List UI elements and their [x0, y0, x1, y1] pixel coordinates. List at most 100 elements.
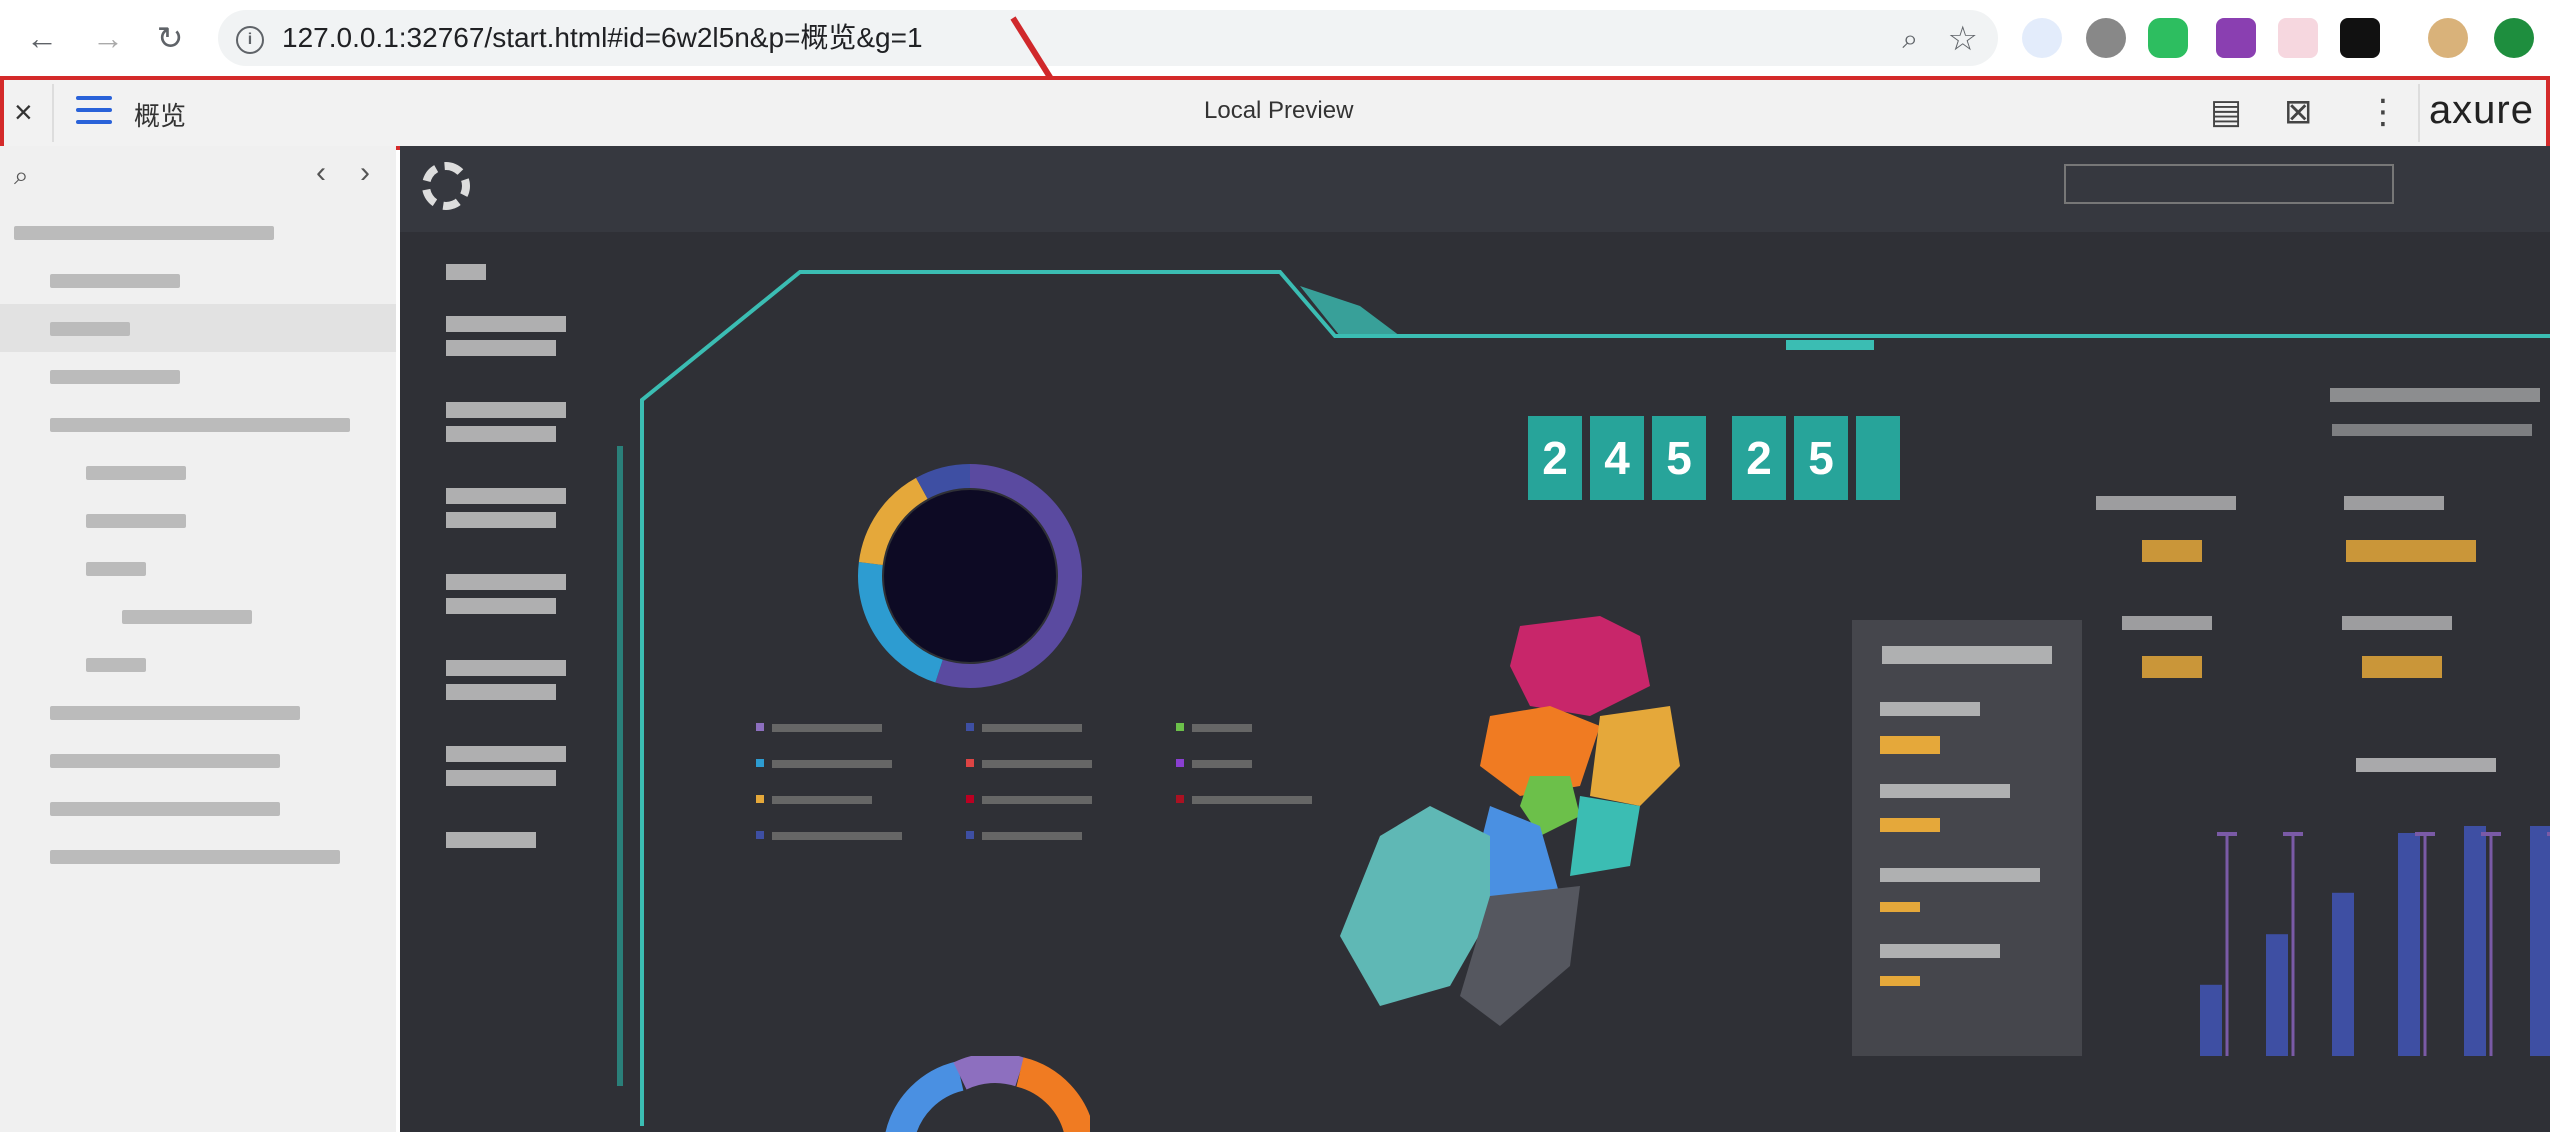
- region-map: [1340, 616, 1680, 1026]
- sitemap-item[interactable]: [0, 688, 396, 736]
- stat-header-bar: [2332, 424, 2532, 436]
- stat-header-bar: [2330, 388, 2540, 402]
- sitemap-item[interactable]: [0, 256, 396, 304]
- reload-icon[interactable]: ↻: [152, 20, 188, 56]
- stat-value-bar: [2142, 656, 2202, 678]
- bar: [2200, 984, 2222, 1056]
- sitemap-item-label: [14, 226, 274, 241]
- info-key-bar: [1880, 784, 2010, 798]
- bar: [2464, 826, 2486, 1056]
- forward-icon[interactable]: →: [90, 20, 126, 56]
- sitemap-item-label: [86, 514, 186, 529]
- sitemap-item[interactable]: [0, 208, 396, 256]
- info-value-bar: [1880, 736, 1940, 754]
- sitemap-item-label: [50, 274, 180, 289]
- bar: [2266, 934, 2288, 1056]
- search-icon[interactable]: ⌕: [14, 160, 29, 192]
- sitemap-item-label: [122, 610, 252, 625]
- sitemap-item-label: [86, 658, 146, 673]
- bar-chart: [2200, 826, 2550, 1056]
- notes-icon[interactable]: ▤: [2210, 92, 2242, 132]
- sitemap-item[interactable]: [0, 544, 396, 592]
- info-title-bar: [1882, 646, 2052, 664]
- sitemap-item[interactable]: [0, 592, 396, 640]
- extension-icon[interactable]: [2340, 18, 2380, 58]
- sitemap-item-label: [50, 802, 280, 817]
- address-bar[interactable]: i 127.0.0.1:32767/start.html#id=6w2l5n&p…: [218, 10, 1998, 66]
- stat-label-bar: [2344, 496, 2444, 510]
- sitemap-item-label: [50, 370, 180, 385]
- map-info-panel: [1852, 620, 2082, 1056]
- bottom-donut-chart: [885, 1056, 1090, 1132]
- next-page-icon[interactable]: ›: [360, 156, 370, 190]
- sitemap-item[interactable]: [0, 784, 396, 832]
- bookmark-star-icon[interactable]: ☆: [1948, 19, 1978, 59]
- sitemap-item-label: [50, 850, 340, 865]
- more-options-icon[interactable]: ⋮: [2366, 92, 2400, 132]
- sitemap-item-label: [50, 754, 280, 769]
- donut-legend: [756, 716, 1316, 856]
- close-icon[interactable]: ×: [14, 94, 33, 131]
- inspect-icon[interactable]: ⊠: [2284, 92, 2313, 132]
- donut-center: [884, 490, 1056, 662]
- sitemap-item[interactable]: [0, 832, 396, 880]
- info-value-bar: [1880, 818, 1940, 832]
- sitemap-item[interactable]: [0, 448, 396, 496]
- sitemap-item[interactable]: [0, 640, 396, 688]
- sitemap-menu-icon[interactable]: [76, 96, 112, 126]
- url-text[interactable]: 127.0.0.1:32767/start.html#id=6w2l5n&p=概…: [282, 22, 923, 54]
- info-value-bar: [1880, 976, 1920, 986]
- stat-value-bar: [2346, 540, 2476, 562]
- sitemap-item[interactable]: [0, 496, 396, 544]
- dashboard-canvas: 2 4 5 2 5: [400, 146, 2550, 1132]
- sitemap-item-label: [50, 322, 130, 337]
- extension-icon[interactable]: [2278, 18, 2318, 58]
- donut-segment: [916, 464, 971, 500]
- divider: [52, 84, 54, 142]
- stat-label-bar: [2342, 616, 2452, 630]
- sitemap-item-label: [50, 706, 300, 721]
- prev-page-icon[interactable]: ‹: [316, 156, 326, 190]
- counter-digit: 2: [1528, 416, 1582, 500]
- counter-digit: 2: [1732, 416, 1786, 500]
- axure-preview-bar: × 概览 Local Preview ▤ ⊠ ⋮ axure: [0, 76, 2550, 150]
- sitemap-item[interactable]: [0, 352, 396, 400]
- avatar[interactable]: [2428, 18, 2468, 58]
- update-icon[interactable]: [2494, 18, 2534, 58]
- donut-chart: [858, 464, 1082, 688]
- counter-digit-partial: [1856, 416, 1900, 500]
- stat-label-bar: [2096, 496, 2236, 510]
- sitemap-sidebar: ⌕ ‹ ›: [0, 146, 396, 1132]
- divider: [2418, 84, 2420, 142]
- counter-digit: 5: [1794, 416, 1848, 500]
- bar: [2530, 826, 2550, 1056]
- sitemap-item[interactable]: [0, 304, 396, 352]
- site-info-icon[interactable]: i: [236, 26, 264, 54]
- sitemap-item-label: [86, 562, 146, 577]
- back-icon[interactable]: ←: [24, 20, 60, 56]
- sitemap-item[interactable]: [0, 400, 396, 448]
- stat-value-bar: [2142, 540, 2202, 562]
- sitemap-item-label: [50, 418, 350, 433]
- extension-icon[interactable]: [2086, 18, 2126, 58]
- counter-digit: 4: [1590, 416, 1644, 500]
- bar: [2332, 892, 2354, 1056]
- axure-logo: axure: [2428, 88, 2534, 132]
- bar: [2398, 833, 2420, 1056]
- stat-value-bar: [2362, 656, 2442, 678]
- evernote-icon[interactable]: [2148, 18, 2188, 58]
- stat-label-bar: [2122, 616, 2212, 630]
- extension-icon[interactable]: [2022, 18, 2062, 58]
- info-key-bar: [1880, 944, 2000, 958]
- current-page-name: 概览: [134, 101, 187, 131]
- browser-toolbar: ← → ↻ i 127.0.0.1:32767/start.html#id=6w…: [0, 0, 2550, 77]
- extension-icon[interactable]: [2216, 18, 2256, 58]
- sitemap-tree: [0, 208, 396, 880]
- sitemap-item[interactable]: [0, 736, 396, 784]
- info-key-bar: [1880, 868, 2040, 882]
- sitemap-item-label: [86, 466, 186, 481]
- counter-digit: 5: [1652, 416, 1706, 500]
- preview-title: Local Preview: [1204, 97, 1354, 124]
- info-key-bar: [1880, 702, 1980, 716]
- zoom-icon[interactable]: ⌕: [1902, 23, 1918, 56]
